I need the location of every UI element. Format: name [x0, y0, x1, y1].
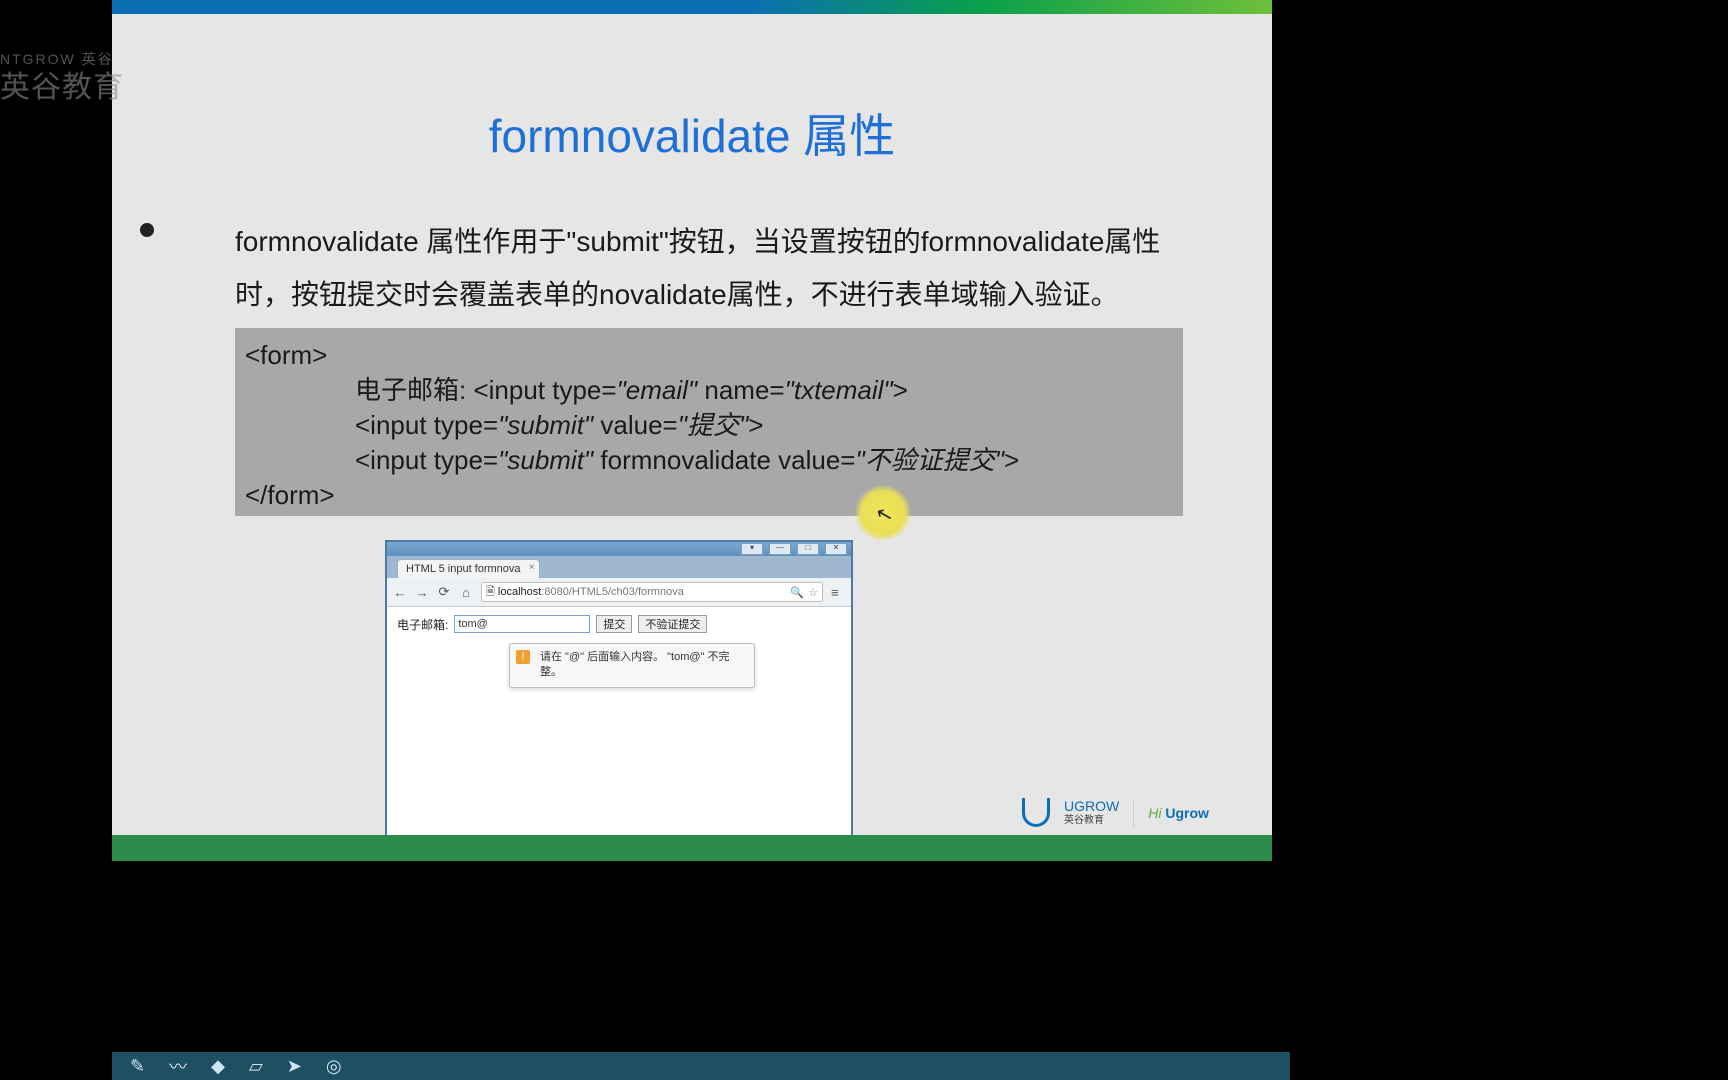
ugrow-logo-text: UGROW 英谷教育 [1064, 799, 1119, 825]
watermark-line2: 英谷教育 [0, 68, 124, 107]
email-field[interactable] [454, 615, 590, 633]
bullet-text: formnovalidate 属性作用于"submit"按钮，当设置按钮的for… [235, 226, 1160, 310]
window-options-button[interactable]: ▾ [741, 543, 763, 555]
window-titlebar: ▾ — □ ✕ [387, 542, 851, 556]
warning-icon: ! [516, 650, 530, 664]
code-line-1: 电子邮箱: <input type="email" name="txtemail… [245, 373, 1173, 408]
hi-ugrow-logo: Hi Ugrow [1148, 805, 1209, 821]
tooltip-message: 请在 "@" 后面输入内容。 "tom@" 不完整。 [518, 650, 746, 681]
ugrow-logo-icon [1022, 798, 1050, 827]
code-block: <form> 电子邮箱: <input type="email" name="t… [235, 328, 1183, 516]
search-in-url-icon[interactable]: 🔍 [790, 586, 804, 599]
code-line-close: </form> [245, 478, 1173, 513]
brand-name: UGROW [1064, 799, 1119, 814]
annotation-toolbar: ✎ 〰 ◆ ▱ ➤ ◎ [112, 1052, 1290, 1080]
brand-name-cn: 英谷教育 [1064, 815, 1119, 826]
slide-title: formnovalidate 属性 [112, 100, 1272, 166]
code-line-2: <input type="submit" value="提交"> [245, 408, 1173, 443]
hi-prefix: Hi [1148, 805, 1165, 821]
window-close-button[interactable]: ✕ [825, 543, 847, 555]
url-host: localhost [498, 586, 541, 598]
submit-novalidate-button[interactable]: 不验证提交 [638, 615, 707, 633]
url-input[interactable]: 🗎 localhost :8080/HTML5/ch03/formnova 🔍 … [481, 582, 823, 602]
wave-tool-icon[interactable]: 〰 [169, 1053, 187, 1079]
browser-tab[interactable]: HTML 5 input formnova × [397, 559, 540, 578]
bookmark-star-icon[interactable]: ☆ [808, 586, 818, 599]
url-path: :8080/HTML5/ch03/formnova [541, 586, 683, 598]
tab-title: HTML 5 input formnova [406, 563, 521, 575]
email-label: 电子邮箱: [397, 616, 448, 633]
tag-tool-icon[interactable]: ◆ [211, 1056, 225, 1077]
footer-logos: UGROW 英谷教育 Hi Ugrow [1022, 798, 1209, 827]
browser-tabstrip: HTML 5 input formnova × [387, 556, 851, 578]
code-line-open: <form> [245, 338, 1173, 373]
logo-divider [1133, 799, 1134, 827]
home-icon[interactable]: ⌂ [459, 585, 473, 600]
browser-page: 电子邮箱: 提交 不验证提交 ! 请在 "@" 后面输入内容。 "tom@" 不… [387, 607, 851, 696]
browser-window: ▾ — □ ✕ HTML 5 input formnova × ← → ⟳ ⌂ … [385, 540, 853, 842]
code-line-3: <input type="submit" formnovalidate valu… [245, 443, 1173, 478]
window-maximize-button[interactable]: □ [797, 543, 819, 555]
bullet-dot-icon [140, 223, 154, 237]
page-file-icon: 🗎 [486, 583, 495, 602]
window-minimize-button[interactable]: — [769, 543, 791, 555]
record-tool-icon[interactable]: ◎ [326, 1056, 342, 1077]
browser-nav-row: ← → ⟳ ⌂ 🗎 localhost :8080/HTML5/ch03/for… [387, 578, 851, 607]
menu-icon[interactable]: ≡ [831, 585, 845, 600]
hi-brand: Ugrow [1165, 805, 1209, 821]
submit-button[interactable]: 提交 [596, 615, 632, 633]
tab-close-icon[interactable]: × [529, 562, 535, 573]
watermark-line1: NTGROW 英谷 [0, 50, 124, 68]
demo-form-row: 电子邮箱: 提交 不验证提交 [397, 615, 841, 633]
pen-tool-icon[interactable]: ✎ [130, 1056, 145, 1077]
watermark: NTGROW 英谷 英谷教育 [0, 50, 124, 107]
validation-tooltip: ! 请在 "@" 后面输入内容。 "tom@" 不完整。 [509, 643, 755, 688]
reload-icon[interactable]: ⟳ [437, 584, 451, 600]
forward-icon[interactable]: → [415, 585, 429, 600]
eraser-tool-icon[interactable]: ▱ [249, 1056, 263, 1077]
back-icon[interactable]: ← [393, 585, 407, 600]
slide-bottom-accent [112, 835, 1272, 861]
bullet-paragraph: formnovalidate 属性作用于"submit"按钮，当设置按钮的for… [175, 215, 1185, 321]
slide-top-accent [112, 0, 1272, 14]
pointer-tool-icon[interactable]: ➤ [287, 1056, 302, 1077]
